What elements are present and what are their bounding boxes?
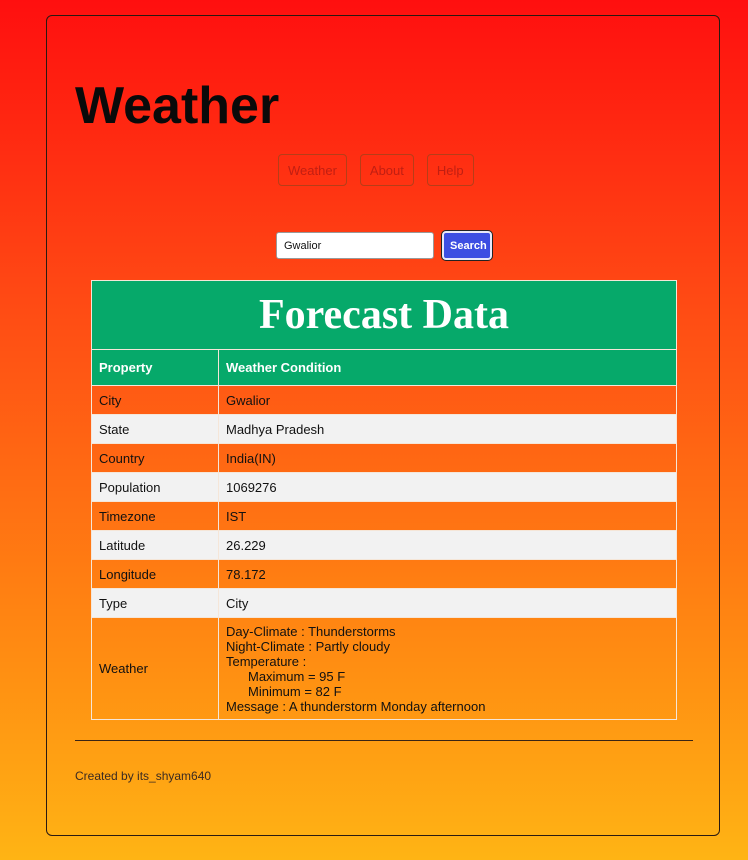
row-property: Weather xyxy=(91,617,219,720)
footer-divider xyxy=(75,740,693,741)
row-value: India(IN) xyxy=(218,443,677,473)
table-row: City Gwalior xyxy=(91,385,677,415)
search-form: Search xyxy=(276,231,492,260)
row-value: 26.229 xyxy=(218,530,677,560)
table-row: Population 1069276 xyxy=(91,472,677,502)
temperature-minimum: Minimum = 82 F xyxy=(248,683,342,699)
table-title-row: Forecast Data xyxy=(91,280,677,350)
weather-detail-cell: Day-Climate : Thunderstorms Night-Climat… xyxy=(218,617,677,720)
row-value: Gwalior xyxy=(218,385,677,415)
nav-item-help[interactable]: Help xyxy=(426,154,474,186)
table-row: Type City xyxy=(91,588,677,618)
forecast-table: Forecast Data Property Weather Condition… xyxy=(91,280,677,720)
day-climate: Day-Climate : Thunderstorms xyxy=(226,623,396,639)
row-property: Timezone xyxy=(91,501,219,531)
table-row: Longitude 78.172 xyxy=(91,559,677,589)
temperature-label: Temperature : xyxy=(226,653,307,669)
row-property: State xyxy=(91,414,219,444)
row-value: 78.172 xyxy=(218,559,677,589)
search-input[interactable] xyxy=(276,232,434,259)
row-property: Longitude xyxy=(91,559,219,589)
row-property: City xyxy=(91,385,219,415)
table-row: Latitude 26.229 xyxy=(91,530,677,560)
row-property: Country xyxy=(91,443,219,473)
main-card: Weather Weather About Help Search Foreca… xyxy=(46,15,720,836)
weather-detail-row: Weather Day-Climate : Thunderstorms Nigh… xyxy=(91,617,677,720)
column-header-weather-condition: Weather Condition xyxy=(218,349,677,386)
search-button[interactable]: Search xyxy=(442,231,492,260)
row-value: City xyxy=(218,588,677,618)
temperature-maximum: Maximum = 95 F xyxy=(248,668,346,684)
footer-credit: Created by its_shyam640 xyxy=(75,769,212,783)
table-row: State Madhya Pradesh xyxy=(91,414,677,444)
nav-item-about[interactable]: About xyxy=(359,154,414,186)
row-property: Latitude xyxy=(91,530,219,560)
night-climate: Night-Climate : Partly cloudy xyxy=(226,638,390,654)
column-header-property: Property xyxy=(91,349,219,386)
nav-bar: Weather About Help xyxy=(278,154,474,186)
row-value: IST xyxy=(218,501,677,531)
brand-title: Weather xyxy=(75,77,280,135)
weather-message: Message : A thunderstorm Monday afternoo… xyxy=(226,698,486,714)
row-value: Madhya Pradesh xyxy=(218,414,677,444)
table-header-row: Property Weather Condition xyxy=(91,349,677,386)
row-value: 1069276 xyxy=(218,472,677,502)
table-row: Country India(IN) xyxy=(91,443,677,473)
table-row: Timezone IST xyxy=(91,501,677,531)
table-title: Forecast Data xyxy=(91,280,677,350)
row-property: Population xyxy=(91,472,219,502)
row-property: Type xyxy=(91,588,219,618)
nav-item-weather[interactable]: Weather xyxy=(278,154,347,186)
